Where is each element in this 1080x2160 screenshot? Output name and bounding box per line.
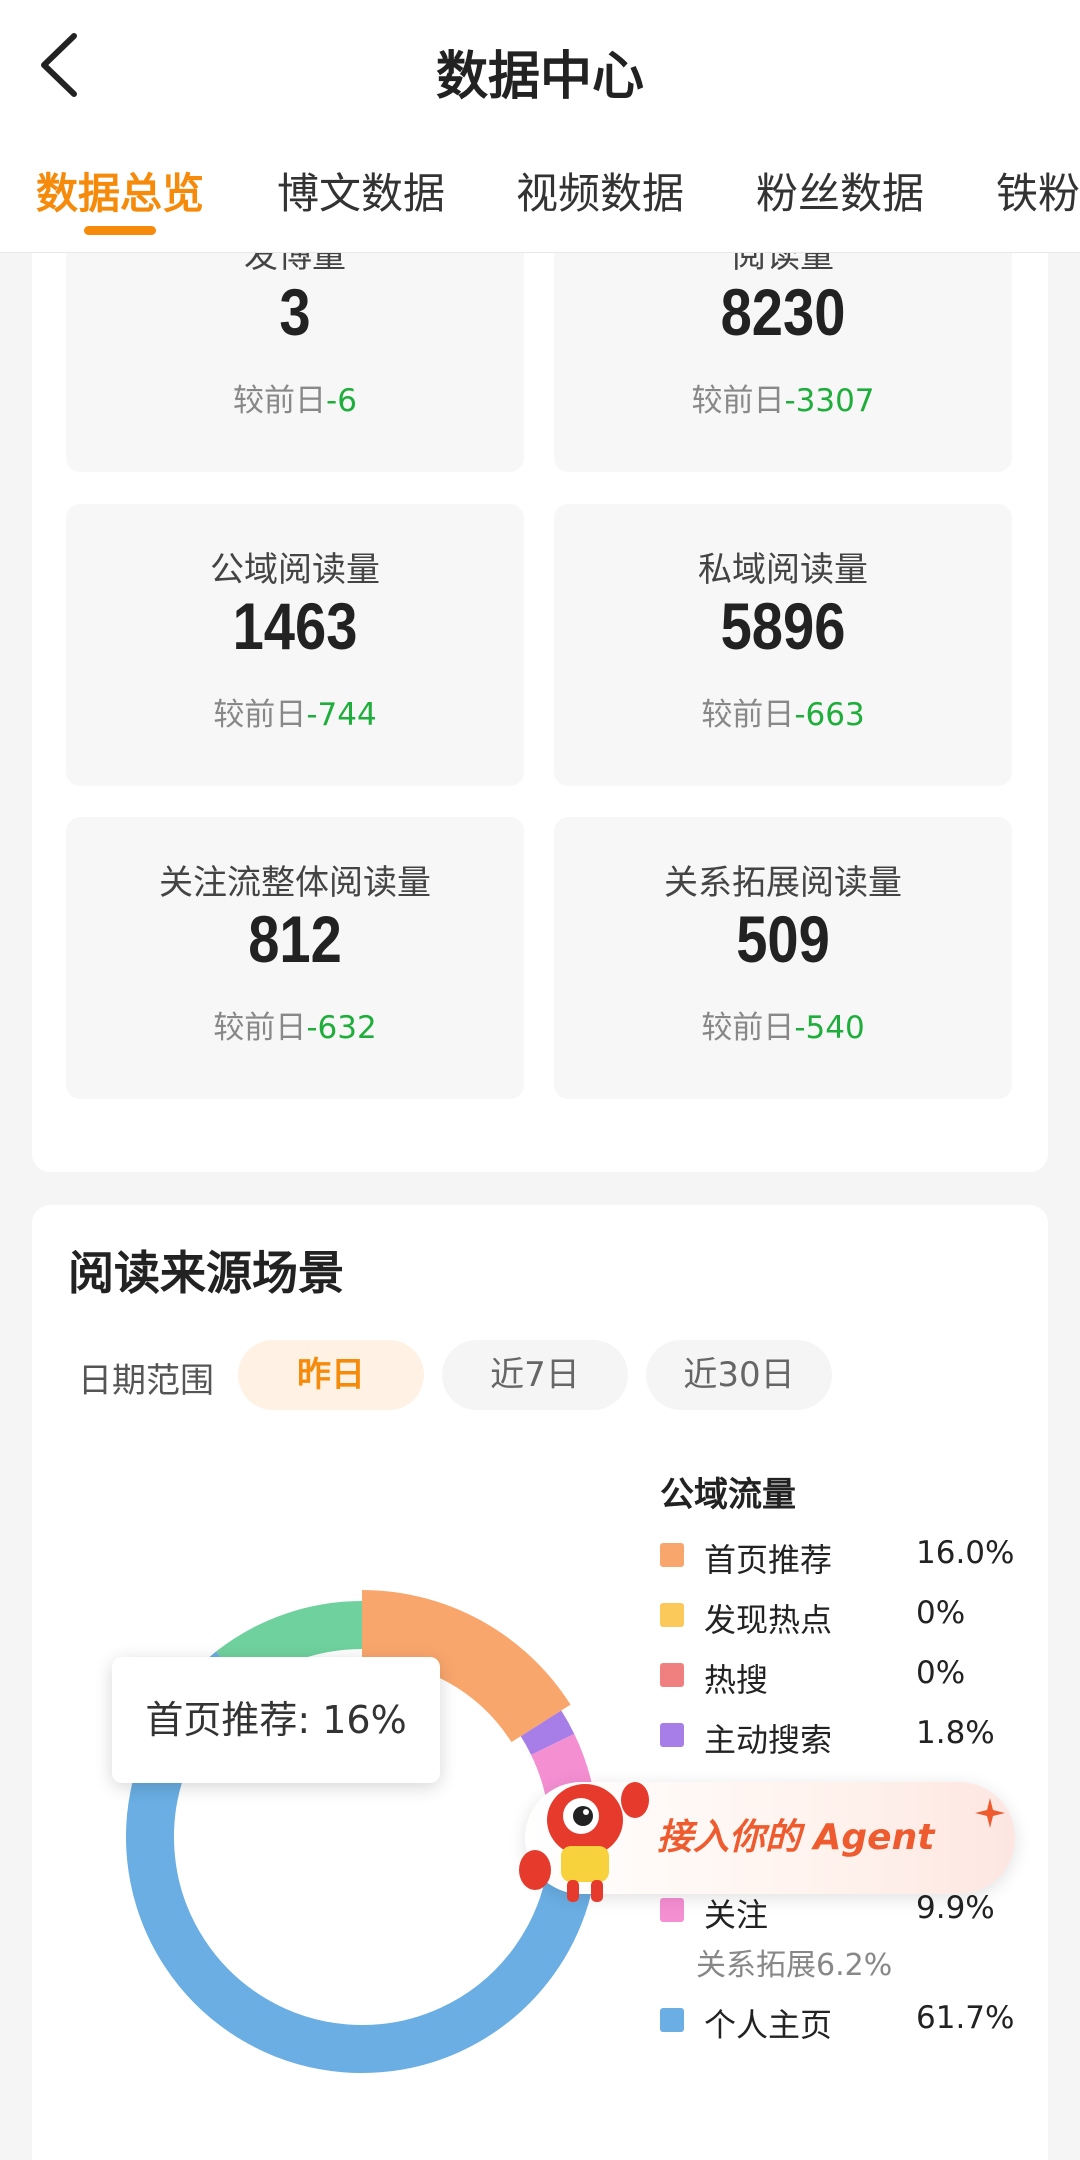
tab-video-data[interactable]: 视频数据 xyxy=(516,160,684,221)
stat-label: 公域阅读量 xyxy=(210,550,380,590)
read-source-card: 阅读来源场景 日期范围 昨日 近7日 近30日 首页推荐: 16% 公域流量 首… xyxy=(32,1205,1048,2160)
legend-pct: 9.9% xyxy=(916,1890,995,1926)
stat-value: 8230 xyxy=(720,275,846,349)
legend-pct: 0% xyxy=(916,1595,966,1631)
stat-value: 1463 xyxy=(232,589,358,663)
legend-name: 主动搜索 xyxy=(704,1721,833,1759)
stat-value: 3 xyxy=(279,275,311,349)
lobster-mascot-icon xyxy=(519,1782,649,1902)
tab-bar: 数据总览 博文数据 视频数据 粉丝数据 铁粉 xyxy=(0,160,1080,240)
stat-public-read[interactable]: 公域阅读量 1463 较前日-744 xyxy=(66,504,524,786)
legend-item[interactable]: 关注 9.9% xyxy=(660,1890,1040,1934)
legend-pct: 61.7% xyxy=(916,2000,1015,2036)
legend-swatch xyxy=(660,1663,684,1687)
legend-name: 个人主页 xyxy=(704,2006,833,2044)
legend-title: 公域流量 xyxy=(660,1475,796,1515)
stat-label: 关系拓展阅读量 xyxy=(664,863,902,903)
sparkle-icon xyxy=(975,1798,1005,1828)
stat-private-read[interactable]: 私域阅读量 5896 较前日-663 xyxy=(554,504,1012,786)
legend-item[interactable]: 主动搜索 1.8% xyxy=(660,1715,1040,1759)
legend-pct: 16.0% xyxy=(916,1535,1015,1571)
stat-compare: 较前日-540 xyxy=(701,1010,865,1046)
legend-item[interactable]: 热搜 0% xyxy=(660,1655,1040,1699)
legend-item[interactable]: 首页推荐 16.0% xyxy=(660,1535,1040,1579)
agent-banner-text: 接入你的 Agent xyxy=(657,1817,935,1858)
legend-swatch xyxy=(660,1723,684,1747)
tab-post-data[interactable]: 博文数据 xyxy=(277,160,445,221)
stat-compare: 较前日-6 xyxy=(233,383,357,419)
stat-value: 509 xyxy=(736,902,830,976)
legend-name: 发现热点 xyxy=(704,1601,833,1639)
stats-card: 发博量 3 较前日-6 阅读量 8230 较前日-3307 公域阅读量 1463… xyxy=(32,190,1048,1172)
stat-value: 5896 xyxy=(720,589,846,663)
legend-swatch xyxy=(660,1543,684,1567)
stat-label: 关注流整体阅读量 xyxy=(159,863,431,903)
chart-tooltip: 首页推荐: 16% xyxy=(112,1657,440,1783)
page-title: 数据中心 xyxy=(435,47,644,107)
top-header: 数据中心 数据总览 博文数据 视频数据 粉丝数据 铁粉 xyxy=(0,0,1080,253)
stat-follow-feed-read[interactable]: 关注流整体阅读量 812 较前日-632 xyxy=(66,817,524,1099)
legend-name: 热搜 xyxy=(704,1661,769,1699)
stat-compare: 较前日-744 xyxy=(213,697,377,733)
tab-fans-data[interactable]: 粉丝数据 xyxy=(756,160,924,221)
legend-sub-note: 关系拓展6.2% xyxy=(696,1948,893,1983)
stat-label: 私域阅读量 xyxy=(698,550,868,590)
date-option-30days[interactable]: 近30日 xyxy=(646,1340,832,1410)
stat-compare: 较前日-3307 xyxy=(691,383,875,419)
stat-relation-read[interactable]: 关系拓展阅读量 509 较前日-540 xyxy=(554,817,1012,1099)
stat-value: 812 xyxy=(248,902,342,976)
legend-name: 关注 xyxy=(704,1896,769,1934)
stat-compare: 较前日-663 xyxy=(701,697,865,733)
stat-compare: 较前日-632 xyxy=(213,1010,377,1046)
legend-name: 首页推荐 xyxy=(704,1541,833,1579)
legend-item[interactable]: 个人主页 61.7% xyxy=(660,2000,1040,2044)
legend-pct: 1.8% xyxy=(916,1715,995,1751)
legend-swatch xyxy=(660,1603,684,1627)
data-center-page: 数据中心 数据总览 博文数据 视频数据 粉丝数据 铁粉 发博量 3 较前日-6 … xyxy=(0,0,1080,2160)
legend-swatch xyxy=(660,1898,684,1922)
legend-item[interactable]: 发现热点 0% xyxy=(660,1595,1040,1639)
donut-chart[interactable] xyxy=(32,1205,632,2105)
donut-slice[interactable] xyxy=(520,1710,575,1756)
tab-iron-fans[interactable]: 铁粉 xyxy=(996,160,1080,221)
legend-pct: 0% xyxy=(916,1655,966,1691)
tab-overview[interactable]: 数据总览 xyxy=(36,160,204,221)
legend-swatch xyxy=(660,2008,684,2032)
tab-active-indicator xyxy=(84,226,156,235)
